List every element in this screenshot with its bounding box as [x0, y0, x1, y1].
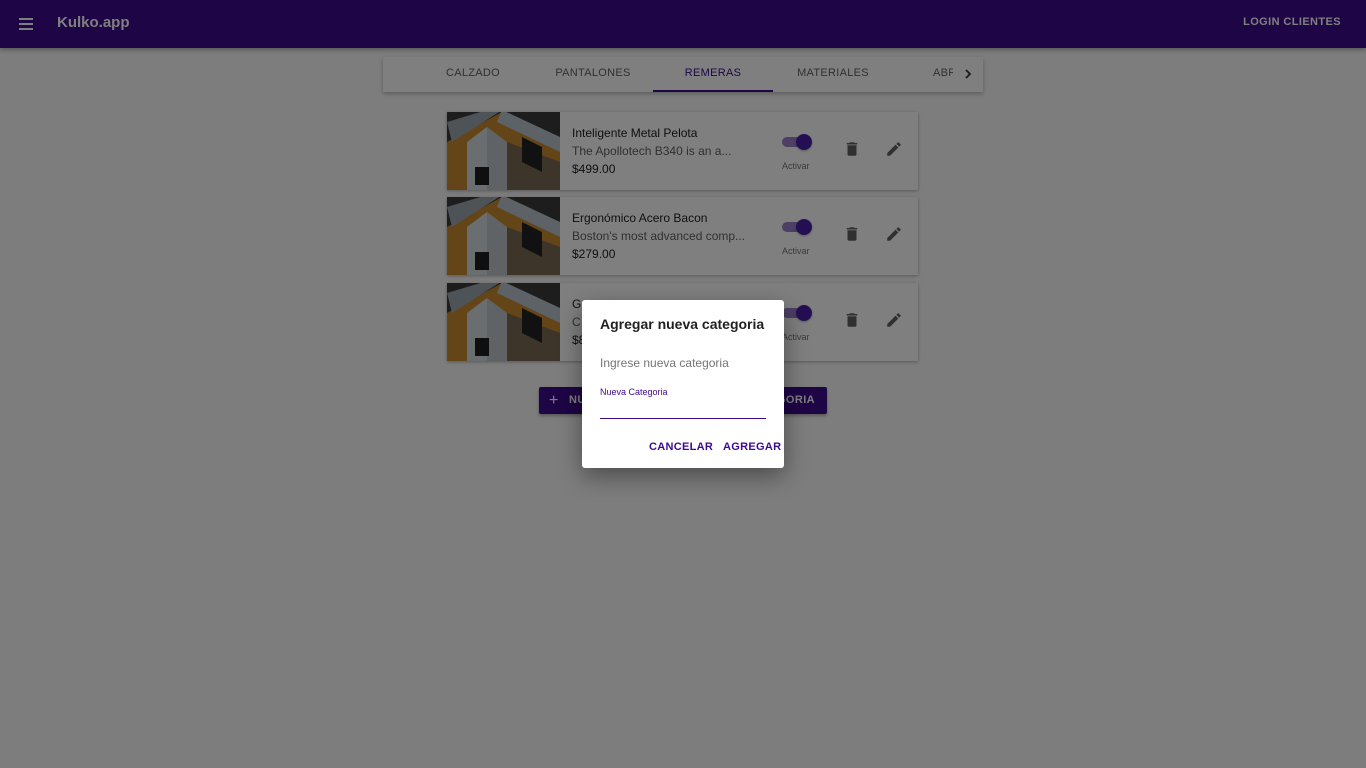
cancel-button[interactable]: CANCELAR — [649, 441, 713, 453]
add-button[interactable]: AGREGAR — [723, 441, 781, 453]
dialog-title: Agregar nueva categoria — [600, 316, 765, 332]
new-category-field-label: Nueva Categoria — [600, 387, 668, 397]
dialog-text: Ingrese nueva categoria — [600, 356, 729, 370]
new-category-input[interactable] — [600, 402, 766, 419]
add-category-dialog: Agregar nueva categoria Ingrese nueva ca… — [582, 300, 784, 468]
